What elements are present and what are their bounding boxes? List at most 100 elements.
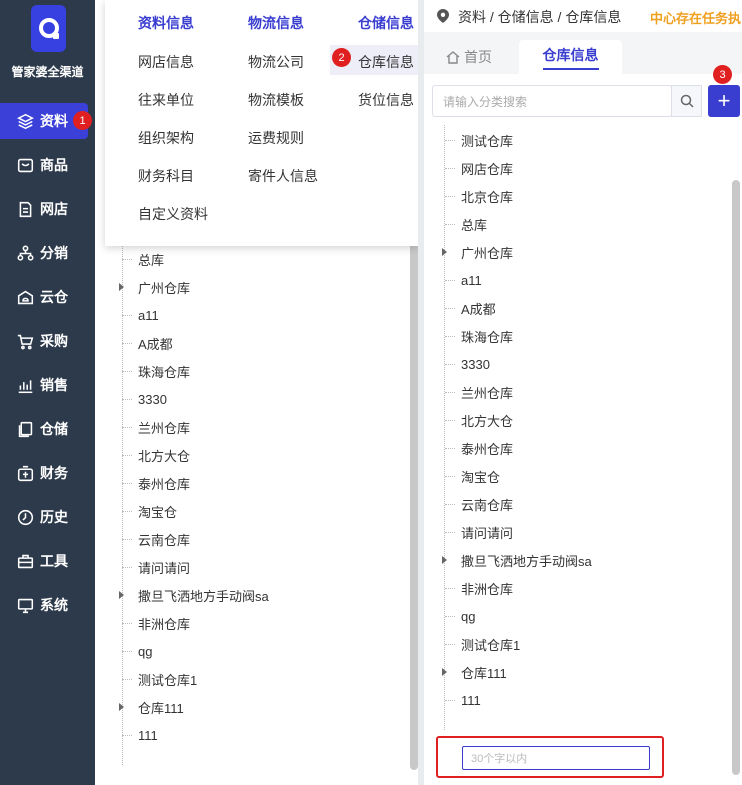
expand-caret-icon[interactable] [442, 556, 447, 564]
cart-icon [16, 332, 34, 350]
tree-item[interactable]: A成都 [122, 329, 173, 357]
tree-item[interactable]: 总库 [122, 245, 164, 273]
expand-caret-icon[interactable] [119, 283, 124, 291]
menu-item-huowei[interactable]: 货位信息 [358, 90, 414, 110]
menu-heading-wuliu: 物流信息 [248, 15, 304, 31]
tree-item[interactable]: a11 [122, 301, 159, 329]
tree-item[interactable]: 淘宝仓 [445, 462, 500, 490]
sidebar-item-shangpin[interactable]: 商品 [0, 147, 95, 183]
product-icon [16, 156, 34, 174]
menu-item-zuzhi[interactable]: 组织架构 [138, 128, 194, 148]
menu-heading-ziliao: 资料信息 [138, 15, 194, 31]
tree-item[interactable]: 仓库111 [119, 693, 184, 721]
menu-item-wangdian-info[interactable]: 网店信息 [138, 52, 194, 72]
tree-item[interactable]: A成都 [445, 294, 496, 322]
expand-caret-icon[interactable] [119, 703, 124, 711]
tree-item[interactable]: 珠海仓库 [445, 322, 513, 350]
notice-marquee[interactable]: 中心存在任务执 [650, 8, 742, 27]
sidebar-item-label: 系统 [40, 597, 68, 613]
mega-menu: 资料信息 物流信息 仓储信息 网店信息 往来单位 组织架构 财务科目 自定义资料… [105, 0, 418, 246]
menu-item-wuliu-muban[interactable]: 物流模板 [248, 90, 304, 110]
tree-item[interactable]: 广州仓库 [119, 273, 190, 301]
sidebar-item-caiwu[interactable]: 财务 [0, 455, 95, 491]
tree-item[interactable]: 撒旦飞洒地方手动阀sa [119, 581, 269, 609]
sidebar-item-cangchu[interactable]: 仓储 [0, 411, 95, 447]
sidebar-item-caigou[interactable]: 采购 [0, 323, 95, 359]
add-button[interactable]: + [708, 85, 740, 117]
search-button[interactable] [671, 85, 702, 117]
tree-item[interactable]: 总库 [445, 210, 487, 238]
logo [31, 5, 66, 52]
tree-item[interactable]: 云南仓库 [445, 490, 513, 518]
breadcrumb: 资料 / 仓储信息 / 仓库信息 [458, 9, 622, 25]
sidebar-item-label: 分销 [40, 245, 68, 261]
tree-item[interactable]: 兰州仓库 [445, 378, 513, 406]
new-item-highlight: 30个字以内 [436, 736, 664, 778]
tree-item[interactable]: 111 [122, 721, 158, 749]
tree-item[interactable]: 网店仓库 [445, 154, 513, 182]
sidebar-item-label: 工具 [40, 553, 68, 569]
menu-item-zidingyi[interactable]: 自定义资料 [138, 204, 208, 224]
tree-item[interactable]: 泰州仓库 [122, 469, 190, 497]
tree-item[interactable]: 泰州仓库 [445, 434, 513, 462]
tree-item[interactable]: 云南仓库 [122, 525, 190, 553]
tree-item[interactable]: qg [122, 637, 152, 665]
tree-item[interactable]: 3330 [445, 350, 490, 378]
sidebar-item-label: 网店 [40, 201, 68, 217]
menu-item-wanglai[interactable]: 往来单位 [138, 90, 194, 110]
tab-bar: 首页 仓库信息 [424, 32, 742, 74]
tree-item[interactable]: 珠海仓库 [122, 357, 190, 385]
clock-icon [16, 508, 34, 526]
sidebar-item-wangdian[interactable]: 网店 [0, 191, 95, 227]
tree-item[interactable]: 请问请问 [445, 518, 513, 546]
tree-item[interactable]: 测试仓库 [445, 126, 513, 154]
step-badge-3: 3 [713, 65, 732, 84]
menu-item-jijianren[interactable]: 寄件人信息 [248, 166, 318, 186]
sidebar-item-label: 销售 [40, 377, 68, 393]
category-search-input[interactable]: 请输入分类搜索 [432, 85, 672, 117]
tree-item[interactable]: 3330 [122, 385, 167, 413]
menu-item-caiwu-kemu[interactable]: 财务科目 [138, 166, 194, 186]
expand-caret-icon[interactable] [119, 591, 124, 599]
home-icon [446, 50, 460, 64]
tree-item[interactable]: 兰州仓库 [122, 413, 190, 441]
monitor-icon [16, 596, 34, 614]
tree-item[interactable]: a11 [445, 266, 482, 294]
tree-item[interactable]: 111 [445, 686, 481, 714]
tree-item[interactable]: 北方大仓 [445, 406, 513, 434]
left-scrollbar[interactable] [410, 240, 418, 770]
right-scrollbar[interactable] [732, 180, 740, 775]
tree-item[interactable]: 北京仓库 [445, 182, 513, 210]
tree-item[interactable]: 北方大仓 [122, 441, 190, 469]
sidebar-item-lishi[interactable]: 历史 [0, 499, 95, 535]
tree-item[interactable]: 测试仓库1 [445, 630, 520, 658]
sidebar-item-gongju[interactable]: 工具 [0, 543, 95, 579]
network-icon [16, 244, 34, 262]
tree-item[interactable]: 淘宝仓 [122, 497, 177, 525]
cloud-warehouse-icon [16, 288, 34, 306]
tree-item[interactable]: qg [445, 602, 475, 630]
tab-cangku-info[interactable]: 仓库信息 [519, 40, 622, 74]
expand-caret-icon[interactable] [442, 668, 447, 676]
tree-item[interactable]: 非洲仓库 [445, 574, 513, 602]
sidebar-item-xitong[interactable]: 系统 [0, 587, 95, 623]
tree-item[interactable]: 广州仓库 [442, 238, 513, 266]
step-badge-2: 2 [332, 48, 351, 67]
sidebar-item-yuncang[interactable]: 云仓 [0, 279, 95, 315]
expand-caret-icon[interactable] [442, 248, 447, 256]
tree-item[interactable]: 非洲仓库 [122, 609, 190, 637]
tree-item[interactable]: 撒旦飞洒地方手动阀sa [442, 546, 592, 574]
menu-heading-cangchu: 仓储信息 [358, 15, 414, 31]
sidebar-item-xiaoshou[interactable]: 销售 [0, 367, 95, 403]
layers-icon [16, 112, 34, 130]
tree-item[interactable]: 仓库111 [442, 658, 507, 686]
menu-item-wuliu-gongsi[interactable]: 物流公司 [248, 52, 304, 72]
menu-item-yunfei[interactable]: 运费规则 [248, 128, 304, 148]
new-warehouse-name-input[interactable]: 30个字以内 [462, 746, 650, 770]
sidebar-item-ziliao[interactable]: 资料 1 [0, 103, 92, 139]
sidebar-item-label: 采购 [40, 333, 68, 349]
tree-item[interactable]: 测试仓库1 [122, 665, 197, 693]
sidebar-item-fenxiao[interactable]: 分销 [0, 235, 95, 271]
tree-item[interactable]: 请问请问 [122, 553, 190, 581]
tab-home[interactable]: 首页 [446, 40, 492, 74]
